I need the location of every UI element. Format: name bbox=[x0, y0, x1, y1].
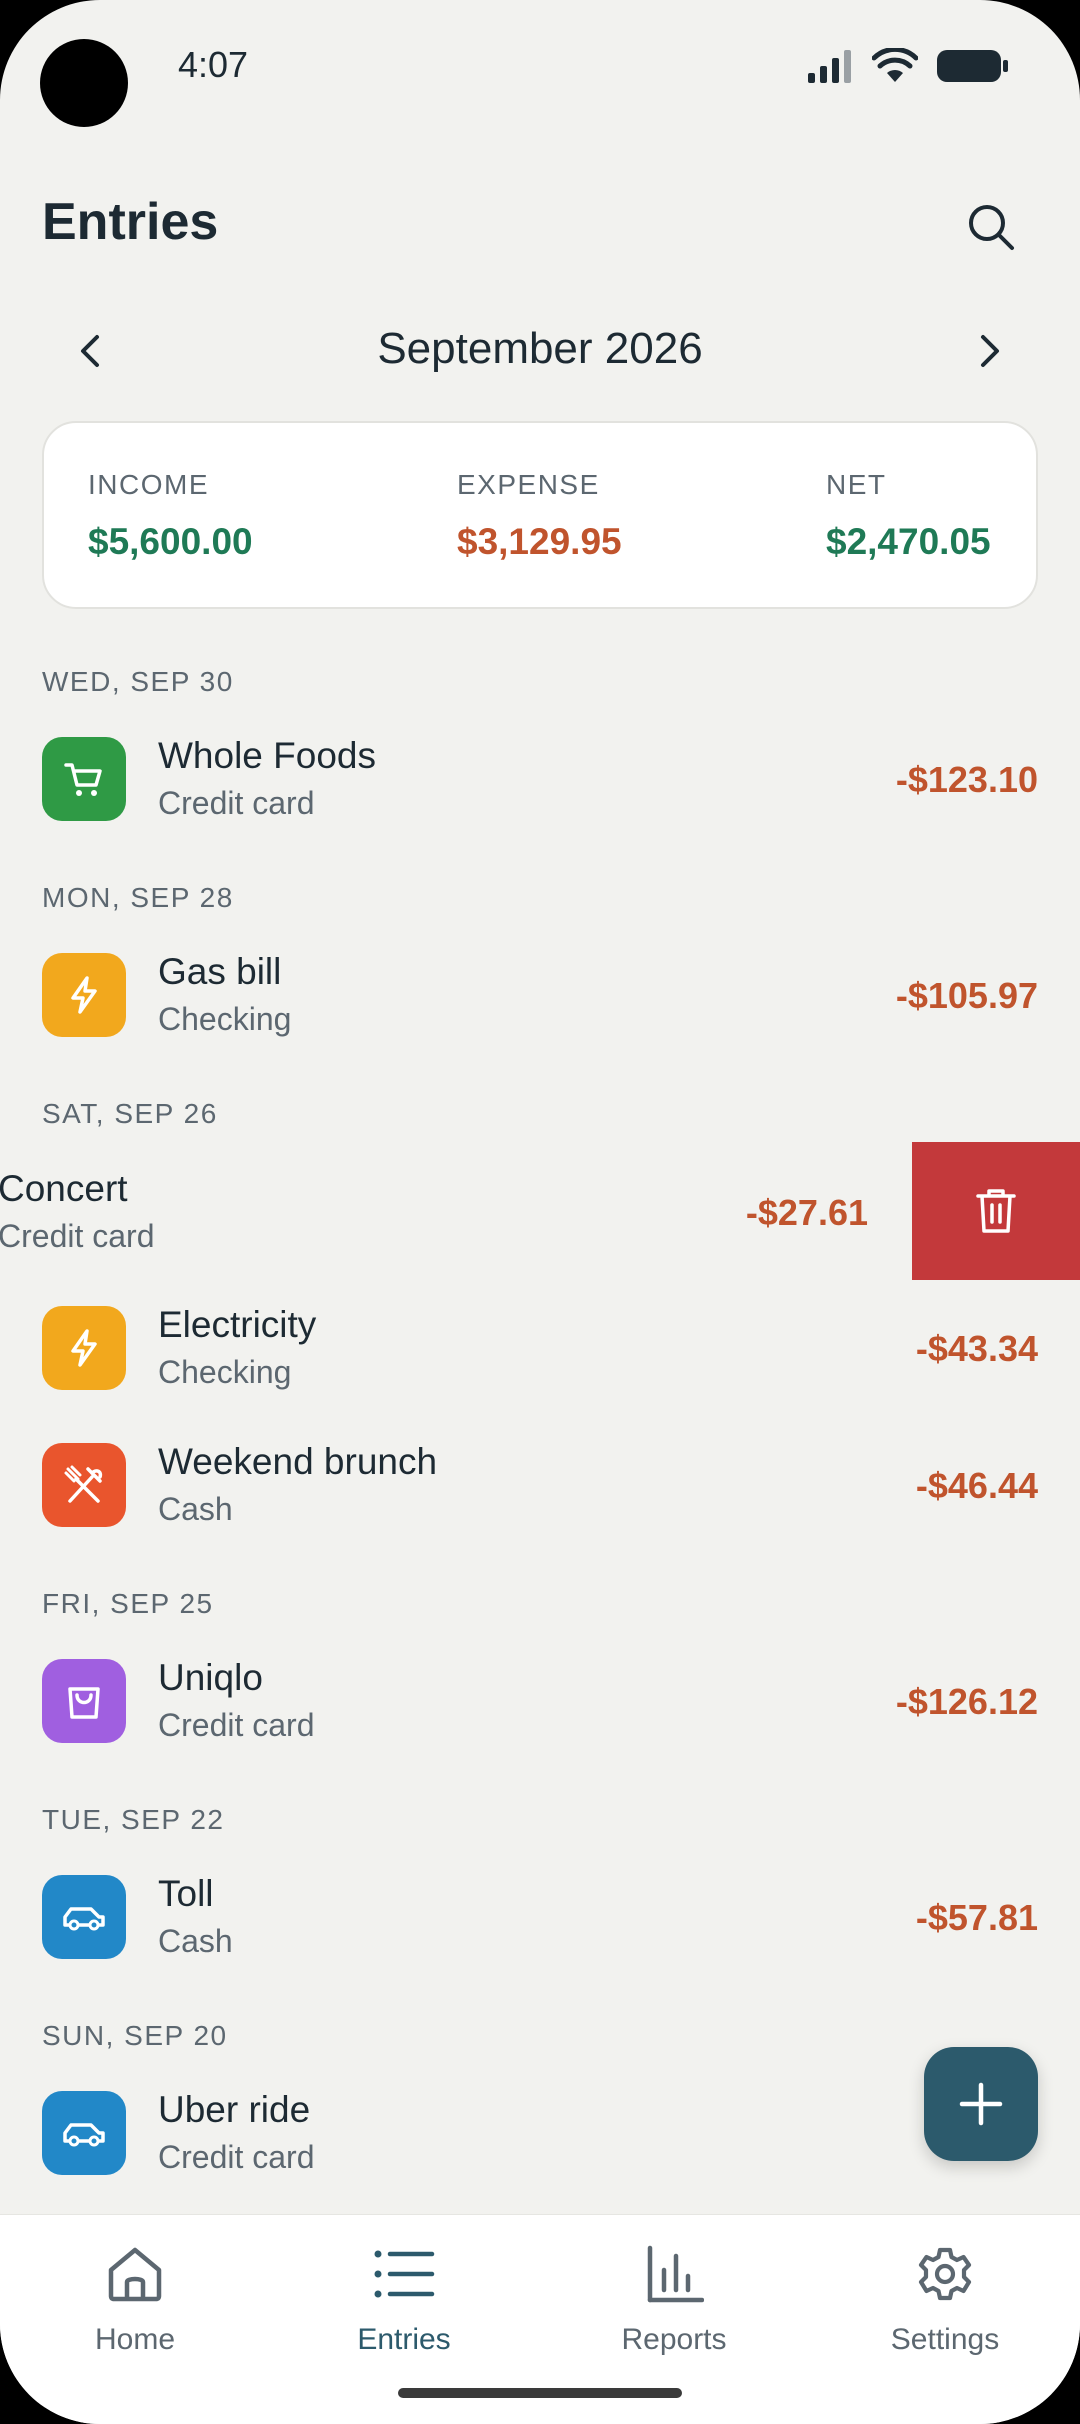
entry-amount: -$27.61 bbox=[745, 1192, 868, 1233]
expense-label: EXPENSE bbox=[457, 469, 600, 500]
category-badge bbox=[42, 1443, 126, 1527]
trash-icon bbox=[976, 1189, 1016, 1233]
entry-amount: -$43.34 bbox=[915, 1328, 1038, 1369]
entry-title: Electricity bbox=[158, 1304, 317, 1345]
entry-amount: -$57.81 bbox=[915, 1897, 1038, 1938]
entry-row[interactable]: Gas bill Checking -$105.97 bbox=[0, 939, 1080, 1049]
page-title: Entries bbox=[42, 193, 219, 251]
list-icon bbox=[374, 2250, 435, 2298]
entry-account: Cash bbox=[158, 1491, 233, 1527]
month-summary-card: INCOME $5,600.00 EXPENSE $3,129.95 NET $… bbox=[42, 421, 1038, 609]
phone-screen: 4:07 Entries September 2026 INCOME $5,60… bbox=[0, 0, 1080, 2424]
cart-icon bbox=[64, 763, 102, 796]
income-value: $5,600.00 bbox=[88, 521, 253, 562]
entry-title: Weekend brunch bbox=[158, 1441, 438, 1482]
entry-account: Credit card bbox=[0, 1218, 155, 1254]
shopping-bag-icon bbox=[68, 1687, 100, 1719]
front-camera bbox=[40, 39, 128, 127]
expense-value: $3,129.95 bbox=[457, 521, 622, 562]
car-icon bbox=[63, 1907, 105, 1931]
entry-title: Whole Foods bbox=[158, 735, 376, 776]
category-badge bbox=[42, 737, 126, 821]
bolt-icon bbox=[71, 976, 97, 1014]
nav-settings[interactable]: Settings bbox=[845, 2241, 1045, 2357]
entry-account: Cash bbox=[158, 1923, 233, 1959]
gear-icon bbox=[918, 2247, 972, 2301]
nav-entries-label: Entries bbox=[357, 2323, 451, 2356]
utensils-icon bbox=[64, 1465, 103, 1503]
delete-entry-button[interactable] bbox=[912, 1142, 1080, 1280]
nav-reports[interactable]: Reports bbox=[574, 2241, 774, 2357]
chevron-right-icon bbox=[981, 335, 999, 367]
entry-account: Checking bbox=[158, 1001, 292, 1037]
category-badge bbox=[42, 1306, 126, 1390]
date-header: FRI, SEP 25 bbox=[42, 1588, 214, 1619]
home-indicator bbox=[398, 2388, 682, 2398]
income-summary: INCOME $5,600.00 bbox=[88, 469, 253, 563]
entry-amount: -$46.44 bbox=[915, 1465, 1038, 1506]
status-icons bbox=[806, 48, 1010, 84]
wifi-icon bbox=[872, 48, 918, 82]
entry-row-swiped[interactable]: Concert Credit card -$27.61 bbox=[0, 1142, 1080, 1280]
entry-account: Credit card bbox=[158, 1707, 315, 1743]
nav-entries[interactable]: Entries bbox=[304, 2241, 504, 2357]
plus-icon bbox=[959, 2082, 1003, 2126]
net-value: $2,470.05 bbox=[826, 521, 991, 562]
category-badge bbox=[42, 953, 126, 1037]
entry-row[interactable]: Whole Foods Credit card -$123.10 bbox=[0, 723, 1080, 833]
entry-row[interactable]: Electricity Checking -$43.34 bbox=[0, 1292, 1080, 1402]
net-label: NET bbox=[826, 469, 887, 500]
month-navigator: September 2026 bbox=[0, 318, 1080, 384]
entry-title: Uniqlo bbox=[158, 1657, 263, 1698]
car-icon bbox=[63, 2123, 105, 2147]
bar-chart-icon bbox=[647, 2245, 704, 2303]
status-time: 4:07 bbox=[178, 44, 249, 85]
entry-row[interactable]: Weekend brunch Cash -$46.44 bbox=[0, 1429, 1080, 1539]
signal-icon bbox=[808, 50, 851, 83]
entry-title: Concert bbox=[0, 1168, 128, 1209]
entry-title: Uber ride bbox=[158, 2089, 311, 2130]
expense-summary: EXPENSE $3,129.95 bbox=[457, 469, 622, 563]
entry-row[interactable]: Toll Cash -$57.81 bbox=[0, 1861, 1080, 1971]
search-icon bbox=[969, 205, 1014, 250]
net-summary: NET $2,470.05 bbox=[826, 469, 991, 563]
date-header: TUE, SEP 22 bbox=[42, 1804, 225, 1835]
date-header: SUN, SEP 20 bbox=[42, 2020, 228, 2051]
entry-account: Credit card bbox=[158, 2139, 315, 2175]
home-icon bbox=[108, 2247, 162, 2302]
income-label: INCOME bbox=[88, 469, 209, 500]
month-label: September 2026 bbox=[377, 324, 703, 373]
entry-row[interactable]: Uber ride Credit card -$ bbox=[0, 2077, 1080, 2187]
bolt-icon bbox=[71, 1329, 97, 1367]
nav-home[interactable]: Home bbox=[35, 2241, 235, 2357]
entry-title: Toll bbox=[158, 1873, 214, 1914]
next-month-button[interactable] bbox=[962, 318, 1018, 384]
date-header: WED, SEP 30 bbox=[42, 666, 234, 697]
date-header: SAT, SEP 26 bbox=[42, 1098, 218, 1129]
entry-account: Credit card bbox=[158, 785, 315, 821]
search-button[interactable] bbox=[960, 196, 1022, 258]
entry-amount: -$123.10 bbox=[895, 759, 1038, 800]
nav-home-label: Home bbox=[94, 2323, 176, 2356]
category-badge bbox=[42, 1875, 126, 1959]
date-header: MON, SEP 28 bbox=[42, 882, 234, 913]
entry-amount: -$126.12 bbox=[895, 1681, 1038, 1722]
entry-title: Gas bill bbox=[158, 951, 282, 992]
battery-icon bbox=[937, 50, 1008, 82]
category-badge bbox=[42, 2091, 126, 2175]
add-entry-button[interactable] bbox=[924, 2047, 1038, 2161]
nav-reports-label: Reports bbox=[621, 2323, 727, 2356]
entry-amount: -$105.97 bbox=[895, 975, 1038, 1016]
nav-settings-label: Settings bbox=[890, 2323, 1000, 2356]
category-badge bbox=[42, 1659, 126, 1743]
entry-row[interactable]: Uniqlo Credit card -$126.12 bbox=[0, 1645, 1080, 1755]
entry-account: Checking bbox=[158, 1354, 292, 1390]
